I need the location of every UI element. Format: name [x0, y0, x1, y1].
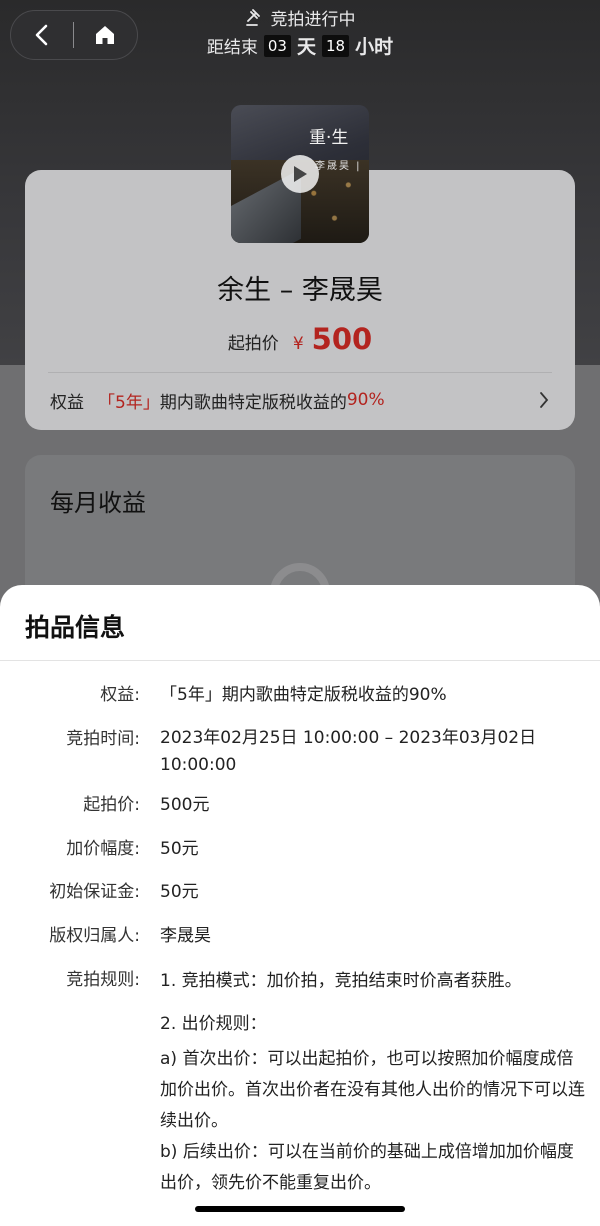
price-currency: ¥ [292, 334, 304, 354]
starting-price: 起拍价 ¥ 500 [0, 322, 600, 356]
info-value: 500元 [160, 795, 210, 815]
gavel-icon [245, 9, 260, 26]
back-arrow-icon [35, 24, 48, 46]
song-title: 余生 – 李晟昊 [217, 275, 383, 306]
info-key: 竞拍规则: [66, 970, 140, 990]
rights-text: 期内歌曲特定版税收益的 [159, 392, 347, 413]
hours-unit: 小时 [355, 36, 394, 58]
play-icon [294, 166, 307, 182]
info-key: 竞拍时间: [66, 729, 140, 749]
info-key: 版权归属人: [49, 926, 140, 946]
home-icon [96, 26, 114, 44]
nav-capsule [10, 10, 138, 60]
sheet-title: 拍品信息 [25, 613, 126, 642]
monthly-revenue-title: 每月收益 [50, 489, 146, 517]
timer-prefix: 距结束 [206, 38, 258, 58]
rules-text: 1. 竞拍模式：加价拍，竞拍结束时价高者获胜。 2. 出价规则： a) 首次出价… [160, 966, 590, 1199]
info-row-increment: 加价幅度: 50元 [0, 835, 600, 863]
rule-item: b) 后续出价：可以在当前价的基础上成倍增加加价幅度出价，领先价不能重复出价。 [160, 1142, 574, 1193]
rule-item: 1. 竞拍模式：加价拍，竞拍结束时价高者获胜。 [160, 971, 522, 991]
rights-row[interactable]: 权益 「5年」 期内歌曲特定版税收益的 90% [50, 386, 550, 414]
rights-percent: 90% [346, 390, 385, 410]
info-value: 50元 [160, 882, 199, 902]
info-key: 初始保证金: [49, 882, 140, 902]
info-row-deposit: 初始保证金: 50元 [0, 878, 600, 906]
info-row-auction-time: 竞拍时间: 2023年02月25日 10:00:00 – 2023年03月02日… [0, 725, 600, 781]
countdown: 距结束 03 天 18 小时 [180, 32, 420, 59]
info-key: 权益: [100, 685, 140, 705]
info-key: 起拍价: [83, 795, 140, 815]
hours-value: 18 [322, 34, 350, 57]
back-button[interactable] [11, 10, 73, 60]
cover-title: 重·生 [309, 128, 349, 148]
chevron-right-icon [540, 392, 549, 408]
rule-item: 2. 出价规则： [160, 1014, 267, 1034]
price-value: 500 [311, 322, 373, 356]
home-indicator [195, 1206, 405, 1212]
rights-label: 权益 [50, 392, 84, 413]
cover-artist: 李晟昊 | [315, 161, 362, 172]
sheet-divider [0, 660, 600, 661]
rights-years: 「5年」 [98, 392, 160, 413]
info-value: 50元 [160, 839, 199, 859]
info-row-start-price: 起拍价: 500元 [0, 791, 600, 819]
rights-divider [48, 372, 552, 373]
days-unit: 天 [296, 36, 316, 58]
info-value: 「5年」期内歌曲特定版税收益的90% [160, 685, 447, 705]
price-label: 起拍价 [227, 334, 279, 354]
item-info-sheet: 拍品信息 权益: 「5年」期内歌曲特定版税收益的90% 竞拍时间: 2023年0… [0, 585, 600, 1226]
info-row-copyright-owner: 版权归属人: 李晟昊 [0, 922, 600, 950]
days-value: 03 [263, 34, 291, 57]
info-row-rules: 竞拍规则: 1. 竞拍模式：加价拍，竞拍结束时价高者获胜。 2. 出价规则： a… [0, 966, 600, 1226]
info-key: 加价幅度: [66, 839, 140, 859]
info-value: 2023年02月25日 10:00:00 – 2023年03月02日 10:00… [160, 728, 537, 775]
home-button[interactable] [74, 10, 136, 60]
play-button[interactable] [281, 155, 319, 193]
info-value: 李晟昊 [160, 926, 211, 946]
info-row-rights: 权益: 「5年」期内歌曲特定版税收益的90% [0, 681, 600, 709]
album-cover[interactable]: 重·生 李晟昊 | [231, 105, 369, 243]
status-text: 竞拍进行中 [270, 9, 356, 30]
rule-item: a) 首次出价：可以出起拍价，也可以按照加价幅度成倍加价出价。首次出价者在没有其… [160, 1049, 585, 1131]
auction-status: 竞拍进行中 距结束 03 天 18 小时 [180, 5, 420, 59]
